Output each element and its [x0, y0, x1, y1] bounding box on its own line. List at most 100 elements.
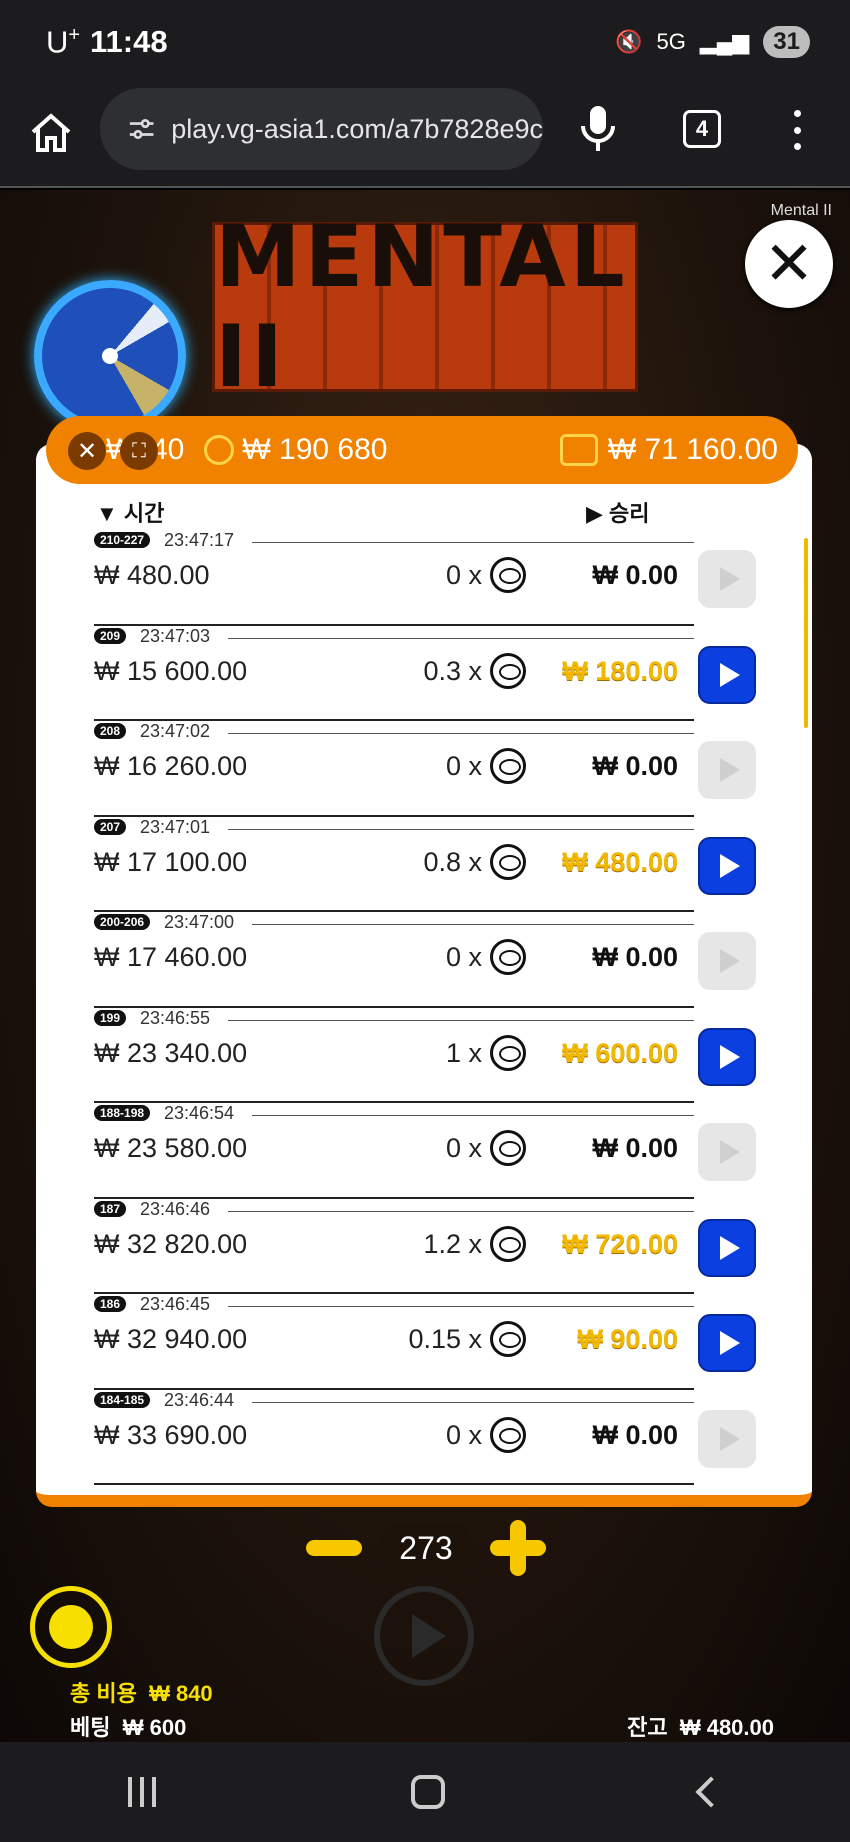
round-tag: 187	[94, 1200, 127, 1217]
signal-icon: ▂▄▆	[699, 29, 750, 54]
home-nav-icon[interactable]	[410, 1775, 445, 1809]
decrease-button[interactable]	[306, 1540, 362, 1556]
increase-button[interactable]	[489, 1520, 546, 1576]
history-list: 210-227 23:47:17 ₩ 480.00 0 x ₩ 0.00 209 23:4…	[36, 530, 812, 1485]
round-time: 23:47:00	[164, 912, 235, 932]
more-menu-icon[interactable]	[790, 110, 804, 150]
wheel-icon	[34, 280, 186, 432]
replay-button[interactable]	[698, 836, 756, 895]
round-time: 23:46:44	[164, 1389, 235, 1410]
replay-button[interactable]	[698, 1409, 756, 1468]
coin-icon	[490, 939, 526, 975]
round-time: 23:47:17	[164, 530, 235, 550]
back-icon[interactable]	[695, 1776, 727, 1808]
coin-icon	[490, 1225, 526, 1262]
history-row: 199 23:46:55 ₩ 23 340.00 1 x ₩ 600.00	[36, 1007, 812, 1103]
round-bet: ₩ 15 600.00	[94, 655, 248, 686]
system-nav-bar	[0, 1742, 850, 1842]
replay-button[interactable]	[698, 932, 756, 990]
round-multiplier: 0 x	[445, 751, 482, 781]
coin-icon	[204, 435, 235, 465]
round-bet: ₩ 17 100.00	[94, 846, 248, 877]
replay-button[interactable]	[698, 1123, 756, 1181]
round-time: 23:47:02	[140, 721, 211, 741]
spin-button[interactable]	[374, 1586, 474, 1686]
round-multiplier: 0 x	[445, 1133, 482, 1163]
recent-apps-icon[interactable]	[127, 1777, 156, 1807]
game-area: Mental II MENTAL II ✕ ₩840 ₩ 190 680 ₩ 7…	[0, 190, 850, 1742]
history-row: 207 23:47:01 ₩ 17 100.00 0.8 x ₩ 480.00	[36, 816, 812, 912]
round-tag: 184-185	[94, 1391, 151, 1408]
site-settings-icon[interactable]	[128, 116, 155, 142]
round-tag: 210-227	[94, 532, 151, 548]
history-row: 210-227 23:47:17 ₩ 480.00 0 x ₩ 0.00	[36, 530, 812, 626]
summary-coin-balance: ₩ 190 680	[242, 433, 388, 466]
total-cost: 총 비용 ₩ 840	[70, 1681, 213, 1706]
balance: 잔고 ₩ 480.00	[627, 1715, 774, 1740]
replay-button[interactable]	[698, 1027, 756, 1086]
round-bet: ₩ 23 340.00	[94, 1037, 248, 1068]
game-logo: MENTAL II	[212, 207, 638, 407]
panel-close-icon[interactable]: ✕	[68, 432, 106, 470]
round-tag: 209	[94, 627, 127, 644]
history-row: 188-198 23:46:54 ₩ 23 580.00 0 x ₩ 0.00	[36, 1103, 812, 1199]
close-game-button[interactable]: ✕	[745, 220, 833, 308]
history-row: 187 23:46:46 ₩ 32 820.00 1.2 x ₩ 720.00	[36, 1198, 812, 1294]
replay-button[interactable]	[698, 645, 756, 704]
round-multiplier: 1.2 x	[423, 1228, 482, 1259]
carrier-label: U+	[46, 24, 81, 60]
round-bet: ₩ 32 820.00	[94, 1228, 248, 1259]
url-field[interactable]: play.vg-asia1.com/a7b7828e9c	[100, 88, 543, 170]
coin-icon	[490, 1034, 526, 1071]
round-bet: ₩ 33 690.00	[94, 1419, 248, 1450]
history-row: 208 23:47:02 ₩ 16 260.00 0 x ₩ 0.00	[36, 721, 812, 817]
microphone-icon[interactable]	[578, 104, 618, 154]
history-scrollbar[interactable]	[804, 538, 808, 728]
round-win: ₩ 0.00	[592, 1133, 678, 1163]
history-row: 186 23:46:45 ₩ 32 940.00 0.15 x ₩ 90.00	[36, 1294, 812, 1390]
bet-amount: 베팅 ₩ 600	[70, 1715, 187, 1740]
sound-toggle-icon[interactable]	[30, 1586, 112, 1668]
round-time: 23:46:54	[164, 1103, 235, 1123]
coin-icon	[490, 652, 526, 689]
coin-icon	[490, 1130, 526, 1166]
battery-badge: 31	[763, 26, 810, 58]
round-time: 23:46:46	[140, 1198, 211, 1219]
round-win: ₩ 0.00	[592, 942, 678, 972]
round-win: ₩ 480.00	[562, 846, 678, 877]
round-tag: 199	[94, 1009, 127, 1026]
coin-icon	[490, 748, 526, 784]
win-column-header[interactable]: ▶ 승리	[586, 496, 650, 528]
replay-button[interactable]	[698, 1314, 756, 1372]
replay-button[interactable]	[698, 741, 756, 799]
mute-icon: 🔇	[615, 29, 643, 54]
coin-icon	[490, 1321, 526, 1357]
coin-icon	[490, 557, 526, 593]
history-row: 200-206 23:47:00 ₩ 17 460.00 0 x ₩ 0.00	[36, 912, 812, 1008]
stepper-value: 273	[379, 1521, 473, 1575]
round-tag: 186	[94, 1296, 127, 1312]
replay-button[interactable]	[698, 1218, 756, 1277]
clock: 11:48	[90, 24, 168, 59]
round-win: ₩ 600.00	[562, 1037, 678, 1068]
round-multiplier: 0 x	[445, 1419, 482, 1450]
round-multiplier: 0.15 x	[408, 1324, 482, 1354]
round-multiplier: 1 x	[445, 1037, 482, 1068]
tabs-button[interactable]: 4	[683, 110, 721, 148]
round-win: ₩ 0.00	[592, 560, 678, 590]
round-bet: ₩ 32 940.00	[94, 1324, 248, 1354]
network-label: 5G	[656, 29, 686, 54]
time-column-header[interactable]: ▼ 시간	[96, 496, 164, 528]
round-bet: ₩ 16 260.00	[94, 751, 248, 781]
round-time: 23:46:55	[140, 1007, 211, 1028]
fullscreen-icon[interactable]: ⛶	[120, 432, 158, 470]
round-multiplier: 0.8 x	[423, 846, 482, 877]
round-tag: 188-198	[94, 1105, 151, 1121]
home-icon[interactable]	[28, 110, 74, 156]
coin-icon	[490, 1416, 526, 1453]
replay-button[interactable]	[698, 550, 756, 608]
browser-toolbar: play.vg-asia1.com/a7b7828e9c 4	[0, 88, 850, 188]
round-tag: 208	[94, 723, 127, 739]
round-time: 23:47:01	[140, 816, 211, 837]
round-time: 23:46:45	[140, 1294, 211, 1314]
